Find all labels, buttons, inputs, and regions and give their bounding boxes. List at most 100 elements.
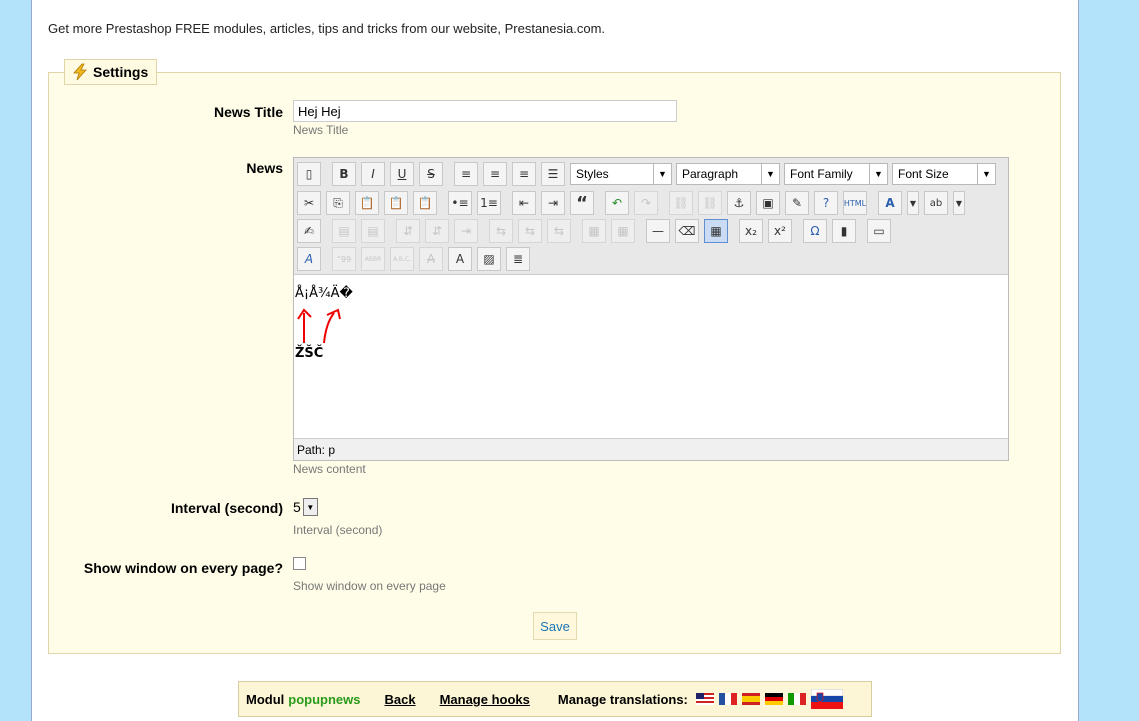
link-icon[interactable]: ⛓ — [669, 191, 693, 215]
delete-row-icon[interactable]: ⇥ — [454, 219, 478, 243]
insert-col-before-icon[interactable]: ⇆ — [489, 219, 513, 243]
outdent-icon[interactable]: ⇤ — [512, 191, 536, 215]
merge-cells-icon[interactable]: ▦ — [611, 219, 635, 243]
delete-text-icon[interactable]: A — [419, 247, 443, 271]
help-icon[interactable]: ? — [814, 191, 838, 215]
copy-icon[interactable]: ⎘ — [326, 191, 350, 215]
chevron-down-icon[interactable]: ▼ — [953, 191, 965, 215]
align-right-icon[interactable]: ≡ — [512, 162, 536, 186]
format-dropdown-value: Paragraph — [682, 167, 739, 181]
subscript-icon[interactable]: x₂ — [739, 219, 763, 243]
styleprops-icon[interactable]: A — [297, 247, 321, 271]
fr-flag-icon[interactable] — [718, 693, 737, 705]
insert-row-before-icon[interactable]: ⇵ — [396, 219, 420, 243]
chevron-down-icon: ▼ — [302, 498, 318, 516]
align-justify-icon[interactable]: ☰ — [541, 162, 565, 186]
main-page: Get more Prestashop FREE modules, articl… — [31, 0, 1079, 721]
chevron-down-icon[interactable]: ▼ — [907, 191, 919, 215]
settings-legend: Settings — [64, 59, 158, 85]
show-window-label: Show window on every page? — [83, 560, 283, 576]
save-button[interactable]: Save — [533, 612, 577, 640]
editor-content[interactable]: Å¡Å¾Ä� ŽŠČ — [294, 275, 1008, 437]
undo-icon[interactable]: ↶ — [605, 191, 629, 215]
interval-label: Interval (second) — [170, 500, 283, 516]
format-dropdown[interactable]: Paragraph ▼ — [676, 163, 780, 185]
edit-css-icon[interactable]: ✍ — [297, 219, 321, 243]
news-hint: News content — [293, 462, 366, 476]
chevron-down-icon: ▼ — [761, 164, 779, 184]
news-label: News — [246, 160, 283, 176]
table-icon[interactable]: ▦ — [704, 219, 728, 243]
cell-props-icon[interactable]: ▤ — [361, 219, 385, 243]
blockquote-icon[interactable]: “ — [570, 191, 594, 215]
text-color-icon[interactable]: A — [878, 191, 902, 215]
de-flag-icon[interactable] — [764, 693, 783, 705]
chevron-down-icon: ▼ — [653, 164, 671, 184]
chevron-down-icon: ▼ — [977, 164, 995, 184]
interval-select[interactable]: 5 ▼ — [293, 497, 318, 517]
content-line-1: Å¡Å¾Ä� — [295, 286, 353, 301]
unlink-icon[interactable]: ⛓ — [698, 191, 722, 215]
superscript-icon[interactable]: x² — [768, 219, 792, 243]
insert-row-after-icon[interactable]: ⇵ — [425, 219, 449, 243]
es-flag-icon[interactable] — [741, 693, 760, 705]
promo-text: Get more Prestashop FREE modules, articl… — [48, 21, 606, 36]
modul-label: Modul — [246, 691, 285, 707]
new-document-icon[interactable]: ▯ — [297, 162, 321, 186]
bold-button[interactable]: B — [332, 162, 356, 186]
module-name: popupnews — [288, 691, 361, 707]
font-family-dropdown-value: Font Family — [790, 167, 853, 181]
interval-hint: Interval (second) — [293, 523, 383, 537]
font-size-dropdown[interactable]: Font Size ▼ — [892, 163, 996, 185]
acronym-icon[interactable]: A.B.C. — [390, 247, 414, 271]
italic-button[interactable]: I — [361, 162, 385, 186]
back-link[interactable]: Back — [384, 692, 415, 707]
news-title-label: News Title — [214, 104, 283, 120]
font-family-dropdown[interactable]: Font Family ▼ — [784, 163, 888, 185]
styles-dropdown[interactable]: Styles ▼ — [570, 163, 672, 185]
anchor-icon[interactable]: ⚓ — [727, 191, 751, 215]
settings-legend-label: Settings — [93, 64, 149, 80]
chevron-down-icon: ▼ — [869, 164, 887, 184]
paste-icon[interactable]: 📋 — [355, 191, 379, 215]
html-source-icon[interactable]: HTML — [843, 191, 867, 215]
insert-col-after-icon[interactable]: ⇆ — [518, 219, 542, 243]
remove-format-icon[interactable]: ⌫ — [675, 219, 699, 243]
image-icon[interactable]: ▣ — [756, 191, 780, 215]
align-center-icon[interactable]: ≡ — [483, 162, 507, 186]
numbered-list-icon[interactable]: 1≡ — [477, 191, 501, 215]
red-arrows-drawing — [297, 308, 341, 344]
abbr-icon[interactable]: ABBR — [361, 247, 385, 271]
bullet-list-icon[interactable]: •≡ — [448, 191, 472, 215]
attributes-icon[interactable]: ▨ — [477, 247, 501, 271]
paste-word-icon[interactable]: 📋 — [413, 191, 437, 215]
special-char-icon[interactable]: Ω — [803, 219, 827, 243]
show-window-checkbox[interactable] — [293, 557, 306, 570]
underline-button[interactable]: U — [390, 162, 414, 186]
highlight-color-icon[interactable]: ab — [924, 191, 948, 215]
cut-icon[interactable]: ✂ — [297, 191, 321, 215]
news-title-input[interactable] — [293, 100, 677, 122]
indent-icon[interactable]: ⇥ — [541, 191, 565, 215]
row-props-icon[interactable]: ▤ — [332, 219, 356, 243]
delete-col-icon[interactable]: ⇆ — [547, 219, 571, 243]
horizontal-rule-icon[interactable]: — — [646, 219, 670, 243]
styles-dropdown-value: Styles — [576, 167, 609, 181]
si-flag-icon[interactable] — [810, 689, 843, 709]
visual-chars-icon[interactable]: ≣ — [506, 247, 530, 271]
split-cells-icon[interactable]: ▦ — [582, 219, 606, 243]
paste-text-icon[interactable]: 📋 — [384, 191, 408, 215]
cite-icon[interactable]: “99 — [332, 247, 356, 271]
us-flag-icon[interactable] — [695, 693, 714, 705]
manage-hooks-link[interactable]: Manage hooks — [440, 692, 530, 707]
cleanup-icon[interactable]: ✎ — [785, 191, 809, 215]
fullscreen-icon[interactable]: ▭ — [867, 219, 891, 243]
align-left-icon[interactable]: ≡ — [454, 162, 478, 186]
insert-text-icon[interactable]: A — [448, 247, 472, 271]
media-icon[interactable]: ▮ — [832, 219, 856, 243]
content-line-2: ŽŠČ — [295, 346, 324, 361]
it-flag-icon[interactable] — [787, 693, 806, 705]
news-title-hint: News Title — [293, 123, 349, 137]
strikethrough-button[interactable]: S — [419, 162, 443, 186]
redo-icon[interactable]: ↷ — [634, 191, 658, 215]
